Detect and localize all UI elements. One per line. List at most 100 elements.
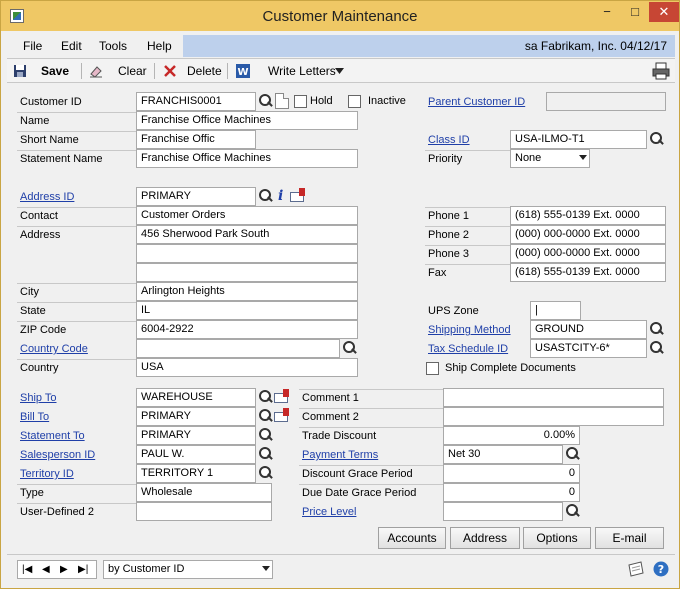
ship-complete-checkbox[interactable] — [426, 362, 439, 375]
discount-grace-field[interactable]: 0 — [443, 464, 580, 483]
customer-id-lookup-icon[interactable] — [257, 93, 274, 110]
country-code-link[interactable]: Country Code — [20, 341, 88, 358]
clear-button[interactable]: Clear — [118, 64, 147, 78]
fax-field[interactable]: (618) 555-0139 Ext. 0000 — [510, 263, 666, 282]
name-field[interactable]: Franchise Office Machines — [136, 111, 358, 130]
territory-id-field[interactable]: TERRITORY 1 — [136, 464, 256, 483]
ship-to-link[interactable]: Ship To — [20, 390, 57, 407]
email-button[interactable]: E-mail — [595, 527, 664, 549]
bill-to-email-icon[interactable] — [274, 408, 291, 424]
state-field[interactable]: IL — [136, 301, 358, 320]
country-code-field[interactable] — [136, 339, 340, 358]
zip-code-field[interactable]: 6004-2922 — [136, 320, 358, 339]
hold-checkbox[interactable] — [294, 95, 307, 108]
address-button[interactable]: Address — [450, 527, 520, 549]
next-record-icon[interactable]: ▶ — [60, 564, 68, 575]
tax-schedule-id-lookup-icon[interactable] — [648, 340, 665, 357]
payment-terms-field[interactable]: Net 30 — [443, 445, 563, 464]
save-button[interactable]: Save — [41, 64, 69, 78]
class-id-lookup-icon[interactable] — [648, 131, 665, 148]
priority-select[interactable]: None — [510, 149, 590, 168]
last-record-icon[interactable]: ▶| — [78, 564, 88, 575]
due-date-grace-field[interactable]: 0 — [443, 483, 580, 502]
delete-icon — [164, 65, 176, 77]
inactive-checkbox[interactable] — [348, 95, 361, 108]
first-record-icon[interactable]: |◀ — [22, 564, 32, 575]
statement-name-field[interactable]: Franchise Office Machines — [136, 149, 358, 168]
delete-button[interactable]: Delete — [187, 64, 222, 78]
title-bar: Customer Maintenance − □ ✕ — [1, 1, 679, 31]
comment2-field[interactable] — [443, 407, 664, 426]
territory-id-lookup-icon[interactable] — [257, 465, 274, 482]
statement-to-lookup-icon[interactable] — [257, 427, 274, 444]
class-id-field[interactable]: USA-ILMO-T1 — [510, 130, 647, 149]
address-line3-field[interactable] — [136, 263, 358, 282]
country-code-lookup-icon[interactable] — [341, 340, 358, 357]
parent-customer-id-field — [546, 92, 666, 111]
bill-to-field[interactable]: PRIMARY — [136, 407, 256, 426]
ups-zone-field[interactable]: | — [530, 301, 581, 320]
tax-schedule-id-link[interactable]: Tax Schedule ID — [428, 341, 508, 358]
shipping-method-field[interactable]: GROUND — [530, 320, 647, 339]
options-button[interactable]: Options — [523, 527, 591, 549]
statement-to-link[interactable]: Statement To — [20, 428, 85, 445]
trade-discount-field[interactable]: 0.00% — [443, 426, 580, 445]
tax-schedule-id-field[interactable]: USASTCITY-6* — [530, 339, 647, 358]
comment1-field[interactable] — [443, 388, 664, 407]
city-field[interactable]: Arlington Heights — [136, 282, 358, 301]
class-id-link[interactable]: Class ID — [428, 132, 470, 149]
ship-to-lookup-icon[interactable] — [257, 389, 274, 406]
close-button[interactable]: ✕ — [649, 2, 679, 22]
shipping-method-lookup-icon[interactable] — [648, 321, 665, 338]
payment-terms-link[interactable]: Payment Terms — [302, 447, 378, 464]
menu-tools[interactable]: Tools — [99, 39, 127, 53]
phone2-field[interactable]: (000) 000-0000 Ext. 0000 — [510, 225, 666, 244]
maximize-button[interactable]: □ — [621, 2, 649, 22]
salesperson-id-field[interactable]: PAUL W. — [136, 445, 256, 464]
territory-id-link[interactable]: Territory ID — [20, 466, 74, 483]
minimize-button[interactable]: − — [593, 2, 621, 22]
ship-to-field[interactable]: WAREHOUSE — [136, 388, 256, 407]
salesperson-id-lookup-icon[interactable] — [257, 446, 274, 463]
info-icon[interactable]: i — [278, 188, 288, 205]
email-address-icon[interactable] — [290, 188, 307, 204]
bill-to-link[interactable]: Bill To — [20, 409, 49, 426]
note-pad-icon[interactable] — [627, 561, 645, 577]
bill-to-lookup-icon[interactable] — [257, 408, 274, 425]
customer-note-icon[interactable] — [275, 93, 289, 109]
menu-help[interactable]: Help — [147, 39, 172, 53]
price-level-link[interactable]: Price Level — [302, 504, 356, 521]
write-letters-button[interactable]: Write Letters — [268, 64, 336, 78]
country-field[interactable]: USA — [136, 358, 358, 377]
customer-id-field[interactable]: FRANCHIS0001 — [136, 92, 256, 111]
contact-field[interactable]: Customer Orders — [136, 206, 358, 225]
address-id-link[interactable]: Address ID — [20, 189, 74, 206]
phone1-field[interactable]: (618) 555-0139 Ext. 0000 — [510, 206, 666, 225]
chevron-down-icon[interactable] — [335, 68, 344, 74]
name-label: Name — [17, 112, 136, 131]
parent-customer-id-link[interactable]: Parent Customer ID — [428, 94, 525, 111]
price-level-lookup-icon[interactable] — [564, 503, 581, 520]
menu-file[interactable]: File — [23, 39, 42, 53]
phone3-field[interactable]: (000) 000-0000 Ext. 0000 — [510, 244, 666, 263]
printer-icon[interactable] — [652, 62, 670, 80]
shipping-method-link[interactable]: Shipping Method — [428, 322, 511, 339]
user-defined-2-field[interactable] — [136, 502, 272, 521]
statement-to-field[interactable]: PRIMARY — [136, 426, 256, 445]
menu-edit[interactable]: Edit — [61, 39, 82, 53]
type-field[interactable]: Wholesale — [136, 483, 272, 502]
short-name-field[interactable]: Franchise Offic — [136, 130, 256, 149]
previous-record-icon[interactable]: ◀ — [42, 564, 50, 575]
salesperson-id-link[interactable]: Salesperson ID — [20, 447, 95, 464]
ship-to-email-icon[interactable] — [274, 389, 291, 405]
help-icon[interactable]: ? — [653, 561, 669, 577]
address-line2-field[interactable] — [136, 244, 358, 263]
address-line1-field[interactable]: 456 Sherwood Park South — [136, 225, 358, 244]
payment-terms-lookup-icon[interactable] — [564, 446, 581, 463]
sort-by-select[interactable]: by Customer ID — [103, 560, 273, 579]
address-id-lookup-icon[interactable] — [257, 188, 274, 205]
accounts-button[interactable]: Accounts — [378, 527, 446, 549]
price-level-field[interactable] — [443, 502, 563, 521]
address-id-field[interactable]: PRIMARY — [136, 187, 256, 206]
word-icon: W — [236, 64, 250, 78]
